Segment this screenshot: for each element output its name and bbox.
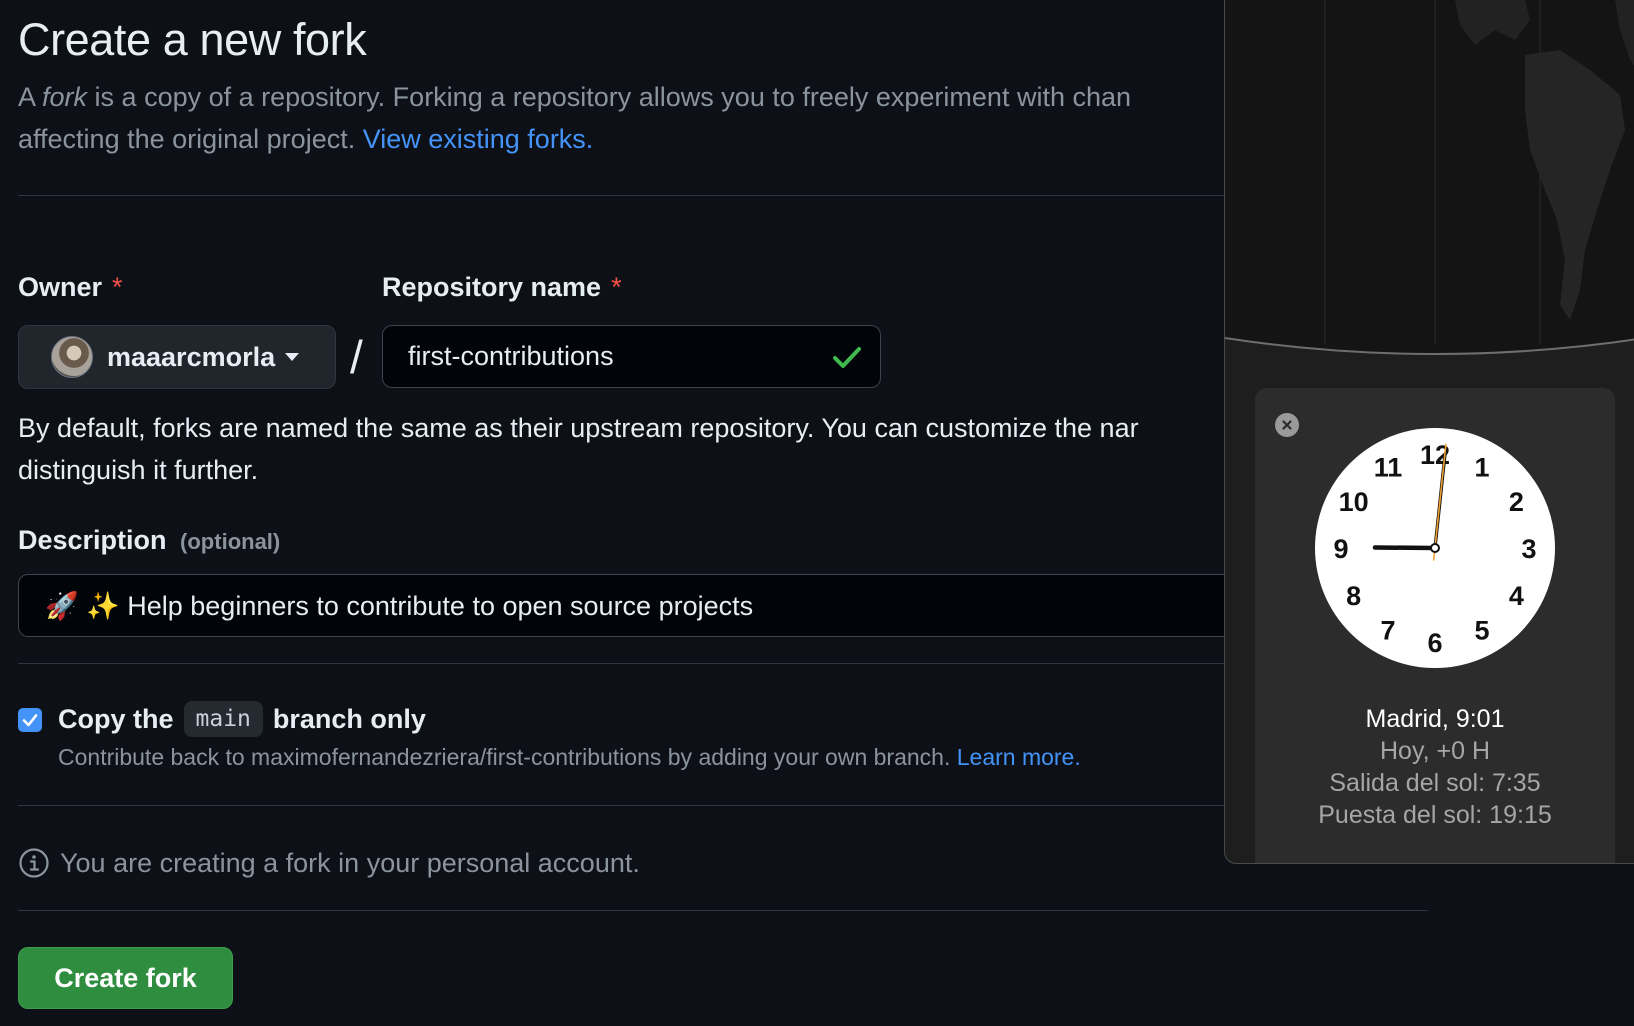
description-input[interactable]: 🚀 ✨ Help beginners to contribute to open… [18, 574, 1278, 637]
clock-numeral: 2 [1509, 487, 1524, 517]
create-fork-button[interactable]: Create fork [18, 947, 233, 1009]
owner-name: maaarcmorla [107, 341, 276, 372]
intro-emphasis: fork [42, 82, 88, 112]
required-marker: * [611, 272, 622, 302]
repository-name-value: first-contributions [408, 341, 614, 371]
fork-info-notice: You are creating a fork in your personal… [18, 847, 640, 879]
divider [18, 663, 1228, 664]
intro-line-1: A fork is a copy of a repository. Forkin… [18, 76, 1218, 118]
description-label: Description (optional) [18, 525, 280, 556]
divider [18, 910, 1428, 911]
repo-name-helper: By default, forks are named the same as … [18, 407, 1218, 491]
intro-line2-text: affecting the original project. [18, 124, 363, 154]
divider [18, 195, 1228, 196]
page-intro: A fork is a copy of a repository. Forkin… [18, 76, 1218, 160]
intro-rest: is a copy of a repository. Forking a rep… [87, 82, 1132, 112]
check-icon [833, 346, 861, 368]
description-label-text: Description [18, 525, 167, 555]
avatar [51, 336, 93, 378]
clock-numeral: 5 [1474, 615, 1489, 645]
repo-name-label-text: Repository name [382, 272, 602, 302]
owner-label: Owner * [18, 272, 123, 303]
owner-label-text: Owner [18, 272, 103, 302]
copy-branch-label[interactable]: Copy the main branch only [58, 701, 426, 737]
branch-name-code: main [183, 701, 263, 737]
repository-name-input[interactable]: first-contributions [382, 325, 881, 388]
analog-clock: 12 1234567891011 [1315, 428, 1555, 668]
info-icon [19, 848, 49, 878]
day-offset: Hoy, +0 H [1380, 737, 1490, 765]
city-time: Madrid, 9:01 [1365, 705, 1505, 733]
clock-center-pin [1430, 543, 1440, 553]
sunset-time: Puesta del sol: 19:15 [1318, 801, 1552, 829]
caret-down-icon [285, 353, 300, 361]
owner-dropdown[interactable]: maaarcmorla [18, 325, 336, 389]
world-clock-panel: 12 1 2 3 4 5 6 7 8 9 10 11 Madrid, 9:01 Hoy, +0 H S… [1224, 0, 1634, 864]
view-existing-forks-link[interactable]: View existing forks. [363, 124, 594, 154]
copy-label-prefix: Copy the [58, 703, 174, 734]
checkmark-icon [22, 714, 38, 727]
clock-numeral: 3 [1521, 534, 1536, 564]
copy-branch-note: Contribute back to maximofernandezriera/… [58, 744, 1081, 771]
clock-numeral: 9 [1333, 534, 1348, 564]
clock-numeral: 7 [1380, 615, 1395, 645]
remove-city-button[interactable] [1275, 413, 1299, 437]
world-map-graphic [1225, 0, 1634, 360]
clock-numeral: 1 [1474, 453, 1489, 483]
clock-numeral: 8 [1346, 581, 1361, 611]
helper-line-2: distinguish it further. [18, 455, 259, 485]
required-marker: * [112, 272, 123, 302]
clock-numeral: 11 [1374, 453, 1403, 483]
intro-line-2: affecting the original project. View exi… [18, 118, 1218, 160]
owner-repo-separator: / [350, 331, 363, 383]
learn-more-link[interactable]: Learn more. [957, 744, 1081, 770]
copy-main-branch-checkbox[interactable] [18, 708, 42, 732]
hour-hand [1372, 545, 1438, 551]
copy-label-suffix: branch only [272, 703, 426, 734]
optional-tag: (optional) [180, 529, 281, 554]
clock-numeral: 10 [1339, 487, 1369, 517]
intro-prefix: A [18, 82, 43, 112]
repo-name-label: Repository name * [382, 272, 622, 303]
city-clock-card: 12 1 2 3 4 5 6 7 8 9 10 11 Madrid, 9:01 Hoy, +0 H S… [1255, 388, 1615, 863]
sunrise-time: Salida del sol: 7:35 [1329, 769, 1541, 797]
city-info: Madrid, 9:01 Hoy, +0 H Salida del sol: 7… [1255, 703, 1615, 831]
copy-note-text: Contribute back to maximofernandezriera/… [58, 744, 957, 770]
divider [18, 805, 1228, 806]
page-title: Create a new fork [18, 14, 367, 65]
world-map[interactable] [1225, 0, 1634, 360]
info-text: You are creating a fork in your personal… [60, 847, 640, 878]
helper-line-1: By default, forks are named the same as … [18, 413, 1139, 443]
clock-numeral: 6 [1427, 628, 1442, 658]
close-icon [1282, 420, 1292, 430]
clock-numeral: 4 [1509, 581, 1524, 611]
description-value: 🚀 ✨ Help beginners to contribute to open… [45, 590, 754, 621]
